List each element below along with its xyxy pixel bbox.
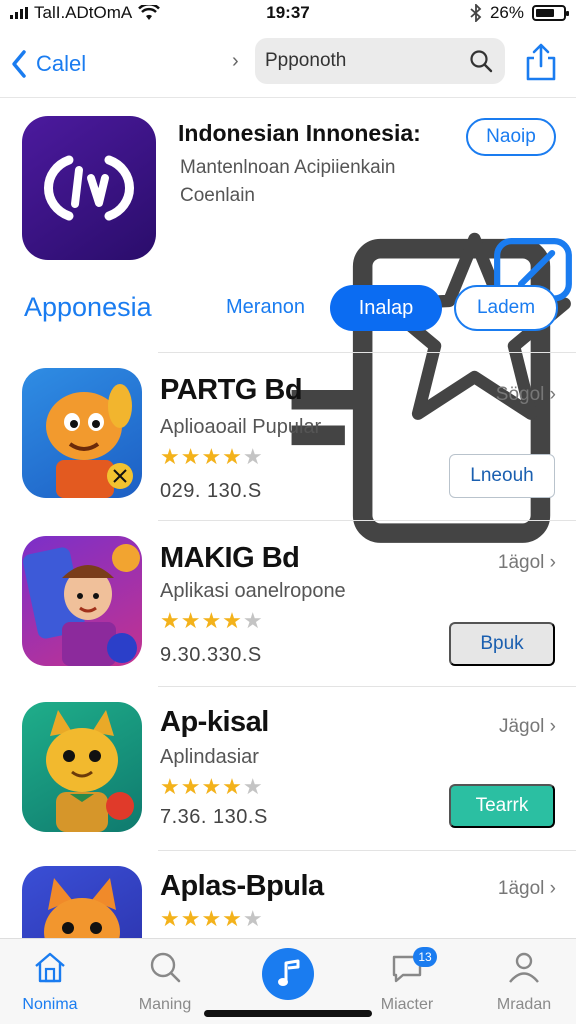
app-meta: 1ägol › [498,552,556,574]
list-item[interactable]: PARTG Bd Aplioaoail Pupular ★★★★★ 029. 1… [0,352,576,520]
app-action-button[interactable]: Bpuk [449,622,555,666]
music-note-icon [278,959,300,986]
home-icon [35,952,65,983]
app-icon [22,702,142,832]
character-icon [46,384,133,498]
divider [158,850,576,851]
search-icon[interactable] [469,49,493,73]
tab-label: Maning [138,996,192,1013]
chevron-icon: › [232,50,239,72]
segment-2-active[interactable]: Inalap [330,285,442,331]
divider [158,352,576,353]
meta-label: 1ägol [497,552,545,573]
share-icon[interactable] [524,42,558,82]
search-icon [150,952,181,983]
app-icon [22,536,142,666]
segment-1[interactable]: Meranon [226,296,305,319]
meta-label: Jägol [498,716,545,737]
tab-label: Miacter [380,996,434,1013]
download-count: 7.36. 130.S [160,806,268,828]
hero-app-icon[interactable] [22,116,156,260]
app-action-button[interactable]: Tearrk [449,784,555,828]
app-title: Aplas-Bpula [160,870,324,902]
chevron-right-icon: › [549,878,556,899]
tab-label: Nonima [22,996,78,1013]
bluetooth-icon [470,4,482,22]
app-icon [22,866,142,938]
battery-icon [532,5,569,21]
rating-stars: ★★★★★ [160,444,264,469]
app-subtitle: Aplikasi oanelropone [160,580,346,602]
character-icon [44,878,120,938]
status-bar: TalI.ADtOmA 19:37 26% [0,0,576,26]
chevron-right-icon: › [549,552,556,573]
character-icon [23,544,140,666]
notification-badge: 13 [413,947,437,967]
wifi-icon [138,5,161,20]
search-input[interactable] [265,50,455,72]
app-meta: 1ägol › [498,878,556,900]
section-title: Apponesia [24,292,152,322]
tab-home[interactable]: Nonima [0,949,100,1014]
meta-label: 1ägol [497,878,545,899]
signal-icon [10,7,28,19]
tab-music[interactable] [262,948,314,1000]
list-item[interactable]: Ap-kisal Aplindasiar ★★★★★ 7.36. 130.S J… [0,686,576,850]
rating-stars: ★★★★★ [160,906,264,931]
meta-label: Sögol [495,384,545,405]
app-icon [22,368,142,498]
home-indicator [204,1010,372,1017]
chevron-left-icon [12,49,26,78]
battery-percent: 26% [489,3,524,22]
download-count: 9.30.330.S [160,644,262,666]
hero-get-button[interactable]: Naoip [466,118,556,156]
divider [158,686,576,687]
app-title: PARTG Bd [160,374,303,406]
user-icon [509,952,539,983]
hero-app-title: Indonesian Innonesia: [178,120,421,146]
app-meta: Sögol › [496,384,556,406]
navigation-bar: Calel › [0,30,576,98]
tab-label: Mradan [496,996,552,1013]
tab-search[interactable]: Maning [115,949,215,1014]
back-label: Calel [36,50,87,76]
app-title: MAKIG Bd [160,542,300,574]
hero-app-subtitle: Mantenlnoan Acipiienkain Coenlain [180,157,396,206]
app-subtitle: Aplioaoail Pupular [160,416,322,438]
list-item[interactable]: Aplas-Bpula ★★★★★ 1ägol › [0,850,576,938]
divider [158,520,576,521]
rating-stars: ★★★★★ [160,774,264,799]
download-count: 029. 130.S [160,480,262,502]
search-bar[interactable] [255,38,505,84]
tab-messages[interactable]: Miacter [357,949,457,1014]
app-logo-icon [44,155,134,221]
tab-profile[interactable]: Mradan [474,949,574,1014]
segment-3[interactable]: Ladem [454,285,558,331]
app-action-button[interactable]: Lneouh [449,454,555,498]
chevron-right-icon: › [549,716,556,737]
back-button[interactable]: Calel [10,49,86,79]
rating-stars: ★★★★★ [160,608,264,633]
chevron-right-icon: › [549,384,556,405]
app-title: Ap-kisal [160,706,269,738]
list-item[interactable]: MAKIG Bd Aplikasi oanelropone ★★★★★ 9.30… [0,520,576,686]
character-icon [46,710,134,832]
app-subtitle: Aplindasiar [160,746,259,768]
app-meta: Jägol › [499,716,556,738]
carrier-label: TalI.ADtOmA [34,3,133,22]
